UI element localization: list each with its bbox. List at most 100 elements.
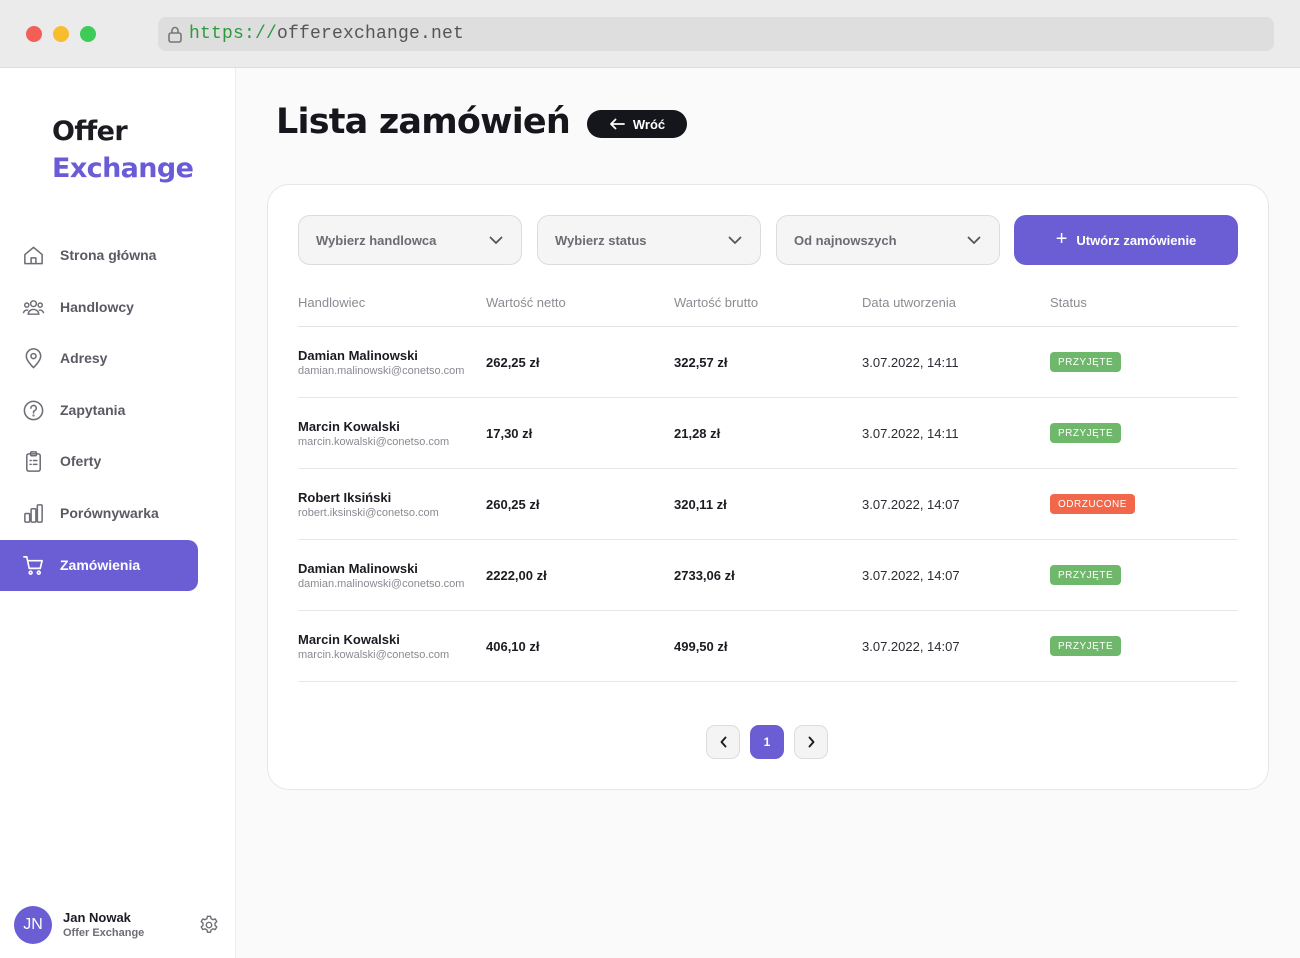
user-organization: Offer Exchange [63, 927, 145, 939]
create-order-button[interactable]: + Utwórz zamówienie [1014, 215, 1238, 265]
salesperson-select[interactable]: Wybierz handlowca [298, 215, 522, 265]
page-title: Lista zamówień [276, 102, 571, 142]
cart-icon [23, 556, 43, 575]
user-name: Jan Nowak [63, 910, 131, 925]
created-date: 3.07.2022, 14:07 [862, 497, 960, 512]
created-date: 3.07.2022, 14:07 [862, 639, 960, 654]
net-value: 406,10 zł [486, 639, 540, 654]
chevron-left-icon [720, 736, 726, 748]
net-value: 262,25 zł [486, 355, 540, 370]
prev-page-button[interactable] [706, 725, 740, 759]
net-value: 2222,00 zł [486, 568, 547, 583]
column-header-net-value[interactable]: Wartość netto [486, 295, 566, 310]
created-date: 3.07.2022, 14:11 [862, 355, 959, 370]
sidebar-item-addresses[interactable]: Adresy [0, 333, 198, 384]
location-pin-icon [25, 348, 42, 369]
clipboard-icon [26, 451, 41, 472]
gross-value: 21,28 zł [674, 426, 721, 441]
gross-value: 499,50 zł [674, 639, 728, 654]
app-logo[interactable]: Offer Exchange [52, 113, 194, 187]
page-button[interactable]: 1 [750, 725, 784, 759]
users-icon [22, 300, 45, 315]
column-header-created-date[interactable]: Data utworzenia [862, 295, 956, 310]
created-date: 3.07.2022, 14:07 [862, 568, 960, 583]
table-row[interactable]: Marcin Kowalski marcin.kowalski@conetso.… [298, 398, 1238, 469]
salesperson-email: robert.iksinski@conetso.com [298, 507, 439, 519]
sidebar-item-salespeople[interactable]: Handlowcy [0, 282, 198, 333]
chevron-down-icon [728, 236, 742, 244]
sidebar-item-label: Porównywarka [60, 505, 159, 521]
url-text: https://offerexchange.net [189, 24, 464, 44]
sidebar-item-comparison[interactable]: Porównywarka [0, 488, 198, 539]
home-icon [24, 246, 43, 265]
sidebar-item-label: Zapytania [60, 402, 126, 418]
main-content: Lista zamówień Wróć Wybierz handlowca Wy… [236, 68, 1300, 958]
bar-chart-icon [24, 504, 43, 523]
chevron-down-icon [489, 236, 503, 244]
status-badge: PRZYJĘTE [1050, 636, 1122, 656]
net-value: 17,30 zł [486, 426, 533, 441]
sidebar: Offer Exchange Strona główna Handlowcy A… [0, 68, 236, 958]
sidebar-item-home[interactable]: Strona główna [0, 230, 198, 281]
status-badge: PRZYJĘTE [1050, 352, 1122, 372]
status-badge: ODRZUCONE [1050, 494, 1135, 514]
status-select[interactable]: Wybierz status [537, 215, 761, 265]
back-button[interactable]: Wróć [587, 110, 687, 138]
orders-card: Wybierz handlowca Wybierz status Od najn… [267, 184, 1269, 790]
salesperson-email: marcin.kowalski@conetso.com [298, 436, 450, 448]
table-row[interactable]: Damian Malinowski damian.malinowski@cone… [298, 327, 1238, 398]
window-minimize-button[interactable] [53, 26, 69, 42]
status-badge: PRZYJĘTE [1050, 423, 1122, 443]
next-page-button[interactable] [794, 725, 828, 759]
salesperson-email: marcin.kowalski@conetso.com [298, 649, 450, 661]
column-header-gross-value[interactable]: Wartość brutto [674, 295, 758, 310]
chevron-down-icon [967, 236, 981, 244]
lock-icon [168, 26, 182, 43]
salesperson-email: damian.malinowski@conetso.com [298, 365, 465, 377]
gear-icon[interactable] [198, 914, 220, 936]
browser-chrome: https://offerexchange.net [0, 0, 1300, 68]
sidebar-item-inquiries[interactable]: Zapytania [0, 385, 198, 436]
question-icon [23, 400, 44, 421]
salesperson-name: Robert Iksiński [298, 490, 392, 505]
url-host: offerexchange.net [277, 24, 465, 44]
chevron-right-icon [808, 736, 814, 748]
avatar[interactable]: JN [14, 906, 52, 944]
gross-value: 320,11 zł [674, 497, 727, 512]
salesperson-name: Damian Malinowski [298, 348, 418, 363]
create-order-label: Utwórz zamówienie [1076, 232, 1197, 248]
net-value: 260,25 zł [486, 497, 540, 512]
gross-value: 2733,06 zł [674, 568, 735, 583]
column-header-salesperson[interactable]: Handlowiec [298, 295, 365, 310]
window-maximize-button[interactable] [80, 26, 96, 42]
sort-select[interactable]: Od najnowszych [776, 215, 1000, 265]
sort-select-value: Od najnowszych [794, 233, 897, 248]
logo-line-2: Exchange [52, 153, 194, 184]
logo-line-1: Offer [52, 116, 128, 147]
table-header: Handlowiec Wartość netto Wartość brutto … [298, 295, 1238, 327]
back-button-label: Wróć [632, 116, 666, 132]
sidebar-item-orders[interactable]: Zamówienia [0, 540, 198, 591]
salesperson-email: damian.malinowski@conetso.com [298, 578, 465, 590]
table-row[interactable]: Damian Malinowski damian.malinowski@cone… [298, 540, 1238, 611]
user-profile: JN Jan Nowak Offer Exchange [0, 900, 236, 958]
sidebar-item-offers[interactable]: Oferty [0, 436, 198, 487]
gross-value: 322,57 zł [674, 355, 728, 370]
status-badge: PRZYJĘTE [1050, 565, 1122, 585]
table-row[interactable]: Robert Iksiński robert.iksinski@conetso.… [298, 469, 1238, 540]
created-date: 3.07.2022, 14:11 [862, 426, 959, 441]
sidebar-item-label: Zamówienia [60, 557, 141, 573]
column-header-status[interactable]: Status [1050, 295, 1087, 310]
url-protocol: https:// [189, 24, 278, 44]
salesperson-name: Marcin Kowalski [298, 632, 400, 647]
sidebar-item-label: Adresy [60, 350, 108, 366]
arrow-left-icon [609, 118, 625, 130]
window-close-button[interactable] [26, 26, 42, 42]
address-bar[interactable]: https://offerexchange.net [158, 17, 1274, 51]
sidebar-item-label: Handlowcy [60, 299, 134, 315]
plus-icon: + [1055, 228, 1068, 250]
table-row[interactable]: Marcin Kowalski marcin.kowalski@conetso.… [298, 611, 1238, 682]
salesperson-name: Marcin Kowalski [298, 419, 400, 434]
status-select-value: Wybierz status [555, 233, 647, 248]
salesperson-name: Damian Malinowski [298, 561, 418, 576]
